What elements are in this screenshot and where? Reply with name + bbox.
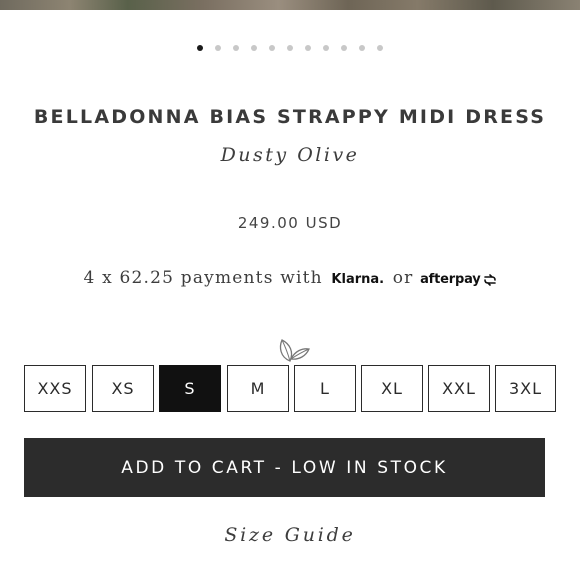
carousel-dot[interactable]	[269, 45, 275, 51]
carousel-dot[interactable]	[251, 45, 257, 51]
carousel-dot[interactable]	[341, 45, 347, 51]
leaf-icon	[279, 339, 310, 362]
carousel-dot[interactable]	[359, 45, 365, 51]
size-option-m[interactable]: M	[227, 365, 289, 412]
carousel-dot[interactable]	[287, 45, 293, 51]
carousel-dot[interactable]	[323, 45, 329, 51]
size-option-xxs[interactable]: XXS	[24, 365, 86, 412]
installment-info: 4 x 62.25 payments with Klarna. or after…	[0, 268, 580, 288]
product-image-edge	[0, 0, 580, 10]
size-option-xl[interactable]: XL	[361, 365, 423, 412]
afterpay-logo[interactable]: afterpay	[420, 272, 496, 287]
afterpay-arrows-icon	[483, 273, 496, 286]
afterpay-label: afterpay	[420, 272, 481, 287]
size-option-xs[interactable]: XS	[92, 365, 154, 412]
size-selector: XXS XS S M L XL XXL 3XL	[24, 365, 556, 415]
add-to-cart-button[interactable]: ADD TO CART - LOW IN STOCK	[24, 438, 545, 497]
carousel-dots	[0, 45, 580, 51]
product-color: Dusty Olive	[220, 144, 360, 166]
product-title: BELLADONNA BIAS STRAPPY MIDI DRESS	[33, 106, 547, 128]
installment-text: 4 x 62.25 payments with	[83, 268, 330, 288]
size-guide-link[interactable]: Size Guide	[0, 524, 580, 546]
size-option-s[interactable]: S	[159, 365, 221, 412]
carousel-dot[interactable]	[215, 45, 221, 51]
size-option-l[interactable]: L	[294, 365, 356, 412]
carousel-dot[interactable]	[233, 45, 239, 51]
carousel-dot[interactable]	[305, 45, 311, 51]
klarna-logo[interactable]: Klarna.	[331, 272, 384, 287]
carousel-dot[interactable]	[197, 45, 203, 51]
product-price: 249.00 USD	[237, 214, 343, 232]
carousel-dot[interactable]	[377, 45, 383, 51]
size-option-3xl[interactable]: 3XL	[495, 365, 556, 412]
installment-or: or	[386, 268, 421, 288]
size-option-xxl[interactable]: XXL	[428, 365, 490, 412]
